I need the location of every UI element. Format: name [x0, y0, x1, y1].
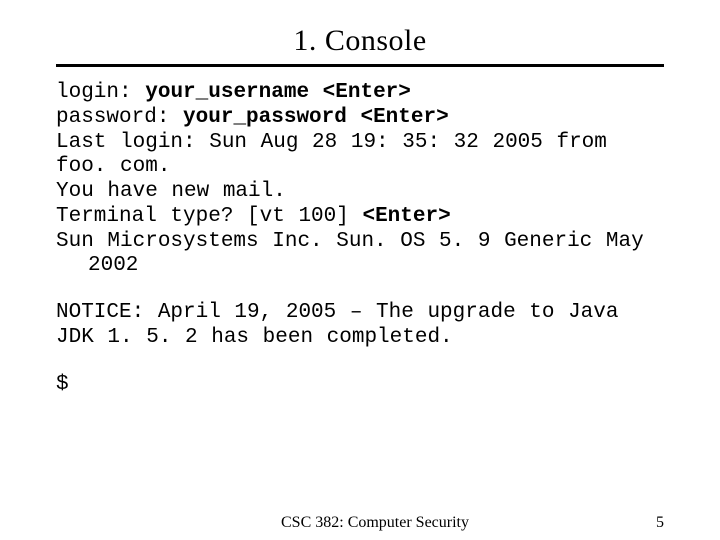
enter-key: <Enter>	[362, 205, 450, 228]
mail-line: You have new mail.	[56, 180, 664, 205]
footer-title: CSC 382: Computer Security	[0, 514, 720, 532]
terminal-type-text: Terminal type? [vt 100]	[56, 205, 349, 228]
enter-key: <Enter>	[323, 81, 411, 104]
sunos-line: Sun Microsystems Inc. Sun. OS 5. 9 Gener…	[56, 230, 664, 255]
slide-title: 1. Console	[56, 24, 664, 67]
slide: 1. Console login: your_username <Enter> …	[0, 0, 720, 540]
password-value: your_password	[183, 106, 347, 129]
sunos-line-2: 2002	[56, 254, 664, 279]
page-number: 5	[656, 514, 664, 532]
login-line: login: your_username <Enter>	[56, 81, 664, 106]
enter-key: <Enter>	[360, 106, 448, 129]
login-username: your_username	[145, 81, 309, 104]
blank-line	[56, 351, 664, 373]
console-block: login: your_username <Enter> password: y…	[56, 81, 664, 397]
blank-line	[56, 279, 664, 301]
last-login-line: Last login: Sun Aug 28 19: 35: 32 2005 f…	[56, 131, 664, 181]
login-label: login:	[56, 81, 132, 104]
notice-line: NOTICE: April 19, 2005 – The upgrade to …	[56, 301, 664, 351]
password-label: password:	[56, 106, 169, 129]
shell-prompt: $	[56, 373, 664, 398]
password-line: password: your_password <Enter>	[56, 106, 664, 131]
terminal-type-line: Terminal type? [vt 100] <Enter>	[56, 205, 664, 230]
